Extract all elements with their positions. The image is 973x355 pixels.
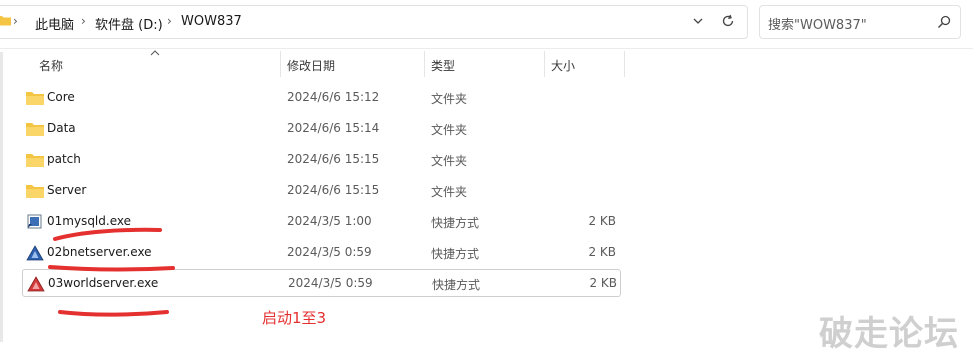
file-date: 2024/3/5 0:59 (288, 276, 373, 290)
file-type: 快捷方式 (431, 216, 480, 230)
file-row-data[interactable]: Data 2024/6/6 15:14 文件夹 (22, 115, 621, 143)
file-name: Data (47, 121, 76, 135)
file-size: 2 KB (589, 276, 617, 290)
address-bar[interactable]: › 此电脑 › 软件盘 (D:) › WOW837 (0, 5, 748, 39)
breadcrumb-drive-d[interactable]: 软件盘 (D:) (95, 14, 163, 33)
toolbar-divider (0, 48, 973, 49)
left-scroll-edge (0, 52, 3, 342)
chevron-down-icon[interactable] (689, 12, 707, 30)
file-date: 2024/6/6 15:15 (287, 183, 380, 197)
file-date: 2024/3/5 1:00 (287, 214, 372, 228)
chevron-right-icon: › (13, 14, 18, 28)
underline-03worldserver (58, 310, 169, 317)
sort-ascending-icon (150, 50, 160, 56)
file-name: patch (47, 152, 81, 166)
file-size: 2 KB (588, 214, 616, 228)
folder-icon (26, 123, 44, 136)
file-type: 文件夹 (431, 154, 468, 168)
file-date: 2024/3/5 0:59 (287, 245, 372, 259)
search-input[interactable]: 搜索"WOW837" (768, 14, 867, 33)
folder-icon (26, 92, 44, 105)
exe-shortcut-icon (27, 214, 42, 229)
column-header-type[interactable]: 类型 (431, 57, 455, 74)
file-name: Server (47, 183, 87, 197)
folder-icon (26, 185, 44, 198)
file-type: 文件夹 (431, 123, 468, 137)
file-name: 01mysqld.exe (47, 214, 131, 228)
file-row-server[interactable]: Server 2024/6/6 15:15 文件夹 (22, 177, 621, 205)
folder-icon (26, 154, 44, 167)
column-header-size[interactable]: 大小 (551, 57, 575, 74)
file-date: 2024/6/6 15:15 (287, 152, 380, 166)
search-box[interactable]: 搜索"WOW837" (759, 5, 961, 39)
file-size: 2 KB (588, 245, 616, 259)
file-type: 文件夹 (431, 185, 468, 199)
column-divider[interactable] (424, 51, 425, 77)
file-name: Core (47, 90, 75, 104)
column-header-date[interactable]: 修改日期 (287, 57, 335, 74)
file-row-03worldserver[interactable]: 03worldserver.exe 2024/3/5 0:59 快捷方式 2 K… (22, 269, 621, 297)
chevron-right-icon: › (167, 14, 172, 28)
triangle-app-icon (26, 245, 44, 261)
refresh-icon[interactable] (719, 12, 737, 30)
file-date: 2024/6/6 15:12 (287, 90, 380, 104)
file-name: 02bnetserver.exe (47, 245, 152, 259)
file-type: 文件夹 (431, 92, 468, 106)
annotation-text: 启动1至3 (262, 309, 327, 327)
file-row-02bnetserver[interactable]: 02bnetserver.exe 2024/3/5 0:59 快捷方式 2 KB (22, 239, 621, 267)
column-divider[interactable] (624, 51, 625, 77)
file-row-patch[interactable]: patch 2024/6/6 15:15 文件夹 (22, 146, 621, 174)
file-row-core[interactable]: Core 2024/6/6 15:12 文件夹 (22, 84, 621, 112)
file-row-01mysqld[interactable]: 01mysqld.exe 2024/3/5 1:00 快捷方式 2 KB (22, 208, 621, 236)
breadcrumb-wow837[interactable]: WOW837 (181, 14, 242, 29)
file-type: 快捷方式 (431, 247, 480, 261)
file-date: 2024/6/6 15:14 (287, 121, 380, 135)
file-type: 快捷方式 (432, 278, 481, 292)
toolbar: › 此电脑 › 软件盘 (D:) › WOW837 搜索"WOW837" (0, 0, 973, 44)
chevron-right-icon: › (81, 14, 86, 28)
file-name: 03worldserver.exe (48, 276, 159, 290)
column-divider[interactable] (280, 51, 281, 77)
search-icon[interactable] (936, 14, 952, 30)
column-divider[interactable] (544, 51, 545, 77)
triangle-app-red-icon (27, 276, 45, 292)
breadcrumb-this-pc[interactable]: 此电脑 (35, 14, 74, 33)
column-header-name[interactable]: 名称 (39, 57, 63, 74)
folder-small-icon (0, 16, 11, 26)
